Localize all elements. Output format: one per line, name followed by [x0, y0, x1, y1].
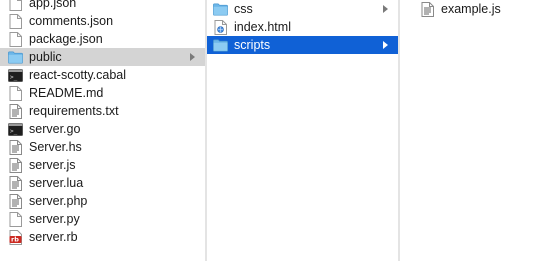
disclosure-arrow-icon — [383, 5, 388, 13]
terminal-icon: >_ — [8, 122, 23, 137]
file-item-react-scotty-cabal[interactable]: >_ react-scotty.cabal — [0, 66, 205, 84]
folder-icon — [8, 50, 23, 65]
text-document-icon — [8, 103, 23, 119]
folder-icon — [213, 38, 228, 53]
file-item-server-py[interactable]: server.py — [0, 210, 205, 228]
file-item-requirements-txt[interactable]: requirements.txt — [0, 102, 205, 120]
file-item-label: requirements.txt — [29, 104, 119, 118]
text-document-icon — [420, 1, 435, 17]
terminal-icon: >_ — [8, 68, 23, 83]
file-item-label: server.php — [29, 194, 88, 208]
file-item-server-js[interactable]: server.js — [0, 156, 205, 174]
file-item-server-rb[interactable]: rb server.rb — [0, 228, 205, 246]
column-scripts[interactable]: example.js — [400, 0, 548, 261]
file-item-example-js[interactable]: example.js — [400, 0, 548, 18]
text-document-icon — [8, 193, 23, 209]
ruby-icon: rb — [8, 229, 23, 245]
file-item-label: scripts — [234, 38, 271, 52]
file-item-label: server.rb — [29, 230, 78, 244]
file-item-app-json[interactable]: app.json — [0, 0, 205, 12]
file-item-package-json[interactable]: package.json — [0, 30, 205, 48]
column-public[interactable]: css index.html scripts — [207, 0, 398, 261]
file-item-readme-md[interactable]: README.md — [0, 84, 205, 102]
file-item-label: react-scotty.cabal — [29, 68, 127, 82]
file-item-scripts[interactable]: scripts — [207, 36, 398, 54]
file-item-label: server.js — [29, 158, 76, 172]
svg-text:>_: >_ — [10, 74, 18, 81]
file-item-label: index.html — [234, 20, 291, 34]
file-item-label: server.go — [29, 122, 81, 136]
file-item-label: Server.hs — [29, 140, 82, 154]
document-icon — [8, 211, 23, 227]
file-item-label: package.json — [29, 32, 103, 46]
file-item-comments-json[interactable]: comments.json — [0, 12, 205, 30]
document-icon — [8, 13, 23, 29]
file-item-label: README.md — [29, 86, 104, 100]
text-document-icon — [8, 157, 23, 173]
file-item-label: css — [234, 2, 253, 16]
file-item-server-lua[interactable]: server.lua — [0, 174, 205, 192]
file-item-public[interactable]: public — [0, 48, 205, 66]
html-document-icon — [213, 19, 228, 35]
file-item-server-php[interactable]: server.php — [0, 192, 205, 210]
file-item-label: server.py — [29, 212, 80, 226]
file-item-label: public — [29, 50, 62, 64]
text-document-icon — [8, 139, 23, 155]
file-item-label: comments.json — [29, 14, 114, 28]
file-item-label: app.json — [29, 0, 77, 10]
file-item-server-go[interactable]: >_ server.go — [0, 120, 205, 138]
disclosure-arrow-icon — [190, 53, 195, 61]
document-icon — [8, 0, 23, 11]
folder-icon — [213, 2, 228, 17]
column-root[interactable]: app.json comments.json package.json public >… — [0, 0, 205, 261]
document-icon — [8, 85, 23, 101]
file-item-index-html[interactable]: index.html — [207, 18, 398, 36]
svg-text:>_: >_ — [10, 128, 18, 135]
disclosure-arrow-icon — [383, 41, 388, 49]
file-item-label: server.lua — [29, 176, 84, 190]
file-item-server-hs[interactable]: Server.hs — [0, 138, 205, 156]
document-icon — [8, 31, 23, 47]
file-item-label: example.js — [441, 2, 501, 16]
text-document-icon — [8, 175, 23, 191]
svg-text:rb: rb — [11, 235, 19, 243]
file-item-css[interactable]: css — [207, 0, 398, 18]
